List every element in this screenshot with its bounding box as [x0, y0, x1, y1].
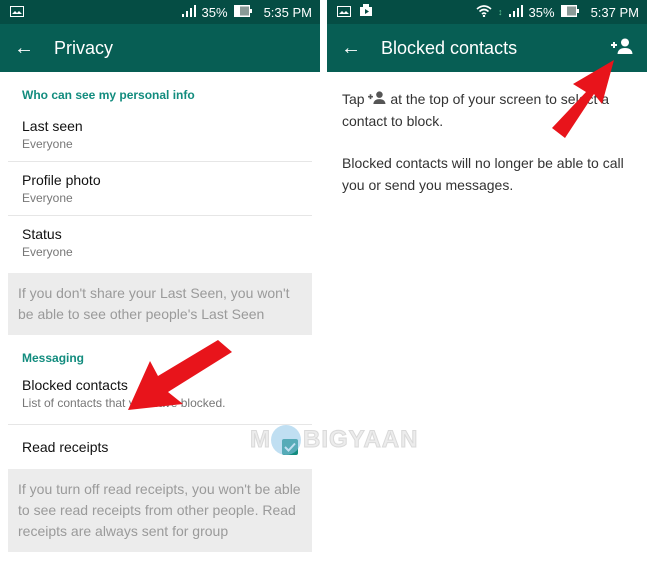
- setting-label: Status: [22, 226, 62, 242]
- setting-value: Everyone: [22, 191, 73, 205]
- blocked-info-text: Blocked contacts will no longer be able …: [342, 155, 624, 193]
- back-arrow-icon[interactable]: ←: [14, 37, 54, 60]
- watermark-text: BIGYAAN: [302, 426, 419, 454]
- add-contact-inline-icon: [368, 91, 390, 107]
- signal-icon: [508, 4, 523, 20]
- add-contact-icon[interactable]: [611, 38, 633, 59]
- watermark: M BIGYAAN: [250, 425, 418, 455]
- setting-status[interactable]: Status Everyone: [8, 216, 312, 273]
- media-notification-icon: [359, 4, 373, 20]
- section-header-messaging: Messaging: [22, 351, 85, 365]
- status-bar: 35% 5:35 PM: [0, 0, 320, 24]
- watermark-prefix: M: [250, 426, 271, 454]
- battery-percent: 35%: [528, 4, 555, 20]
- instruction-text: Tap at the top of your screen to select …: [327, 72, 647, 132]
- setting-value: Everyone: [22, 245, 73, 259]
- app-bar: ← Blocked contacts: [327, 24, 647, 72]
- instruction-text-start: Tap: [342, 91, 365, 107]
- watermark-logo-icon: [271, 425, 301, 455]
- last-seen-note: If you don't share your Last Seen, you w…: [8, 273, 312, 335]
- setting-description: List of contacts that you have blocked.: [22, 396, 226, 410]
- setting-label: Read receipts: [22, 439, 109, 455]
- page-title: Blocked contacts: [381, 37, 518, 58]
- setting-label: Blocked contacts: [22, 377, 128, 393]
- setting-label: Profile photo: [22, 172, 101, 188]
- section-header-personal-info: Who can see my personal info: [22, 88, 195, 102]
- privacy-screen: 35% 5:35 PM ← Privacy Who can see my per…: [0, 0, 320, 568]
- setting-last-seen[interactable]: Last seen Everyone: [8, 108, 312, 162]
- gallery-notification-icon: [10, 5, 24, 20]
- battery-icon: [233, 4, 252, 20]
- app-bar: ← Privacy: [0, 24, 320, 72]
- setting-value: Everyone: [22, 137, 73, 151]
- status-bar: ↕ 35% 5:37 PM: [327, 0, 647, 24]
- data-activity-icon: ↕: [498, 7, 503, 17]
- clock: 5:37 PM: [590, 4, 639, 20]
- battery-icon: [560, 4, 579, 20]
- wifi-icon: [476, 4, 492, 20]
- battery-percent: 35%: [201, 4, 228, 20]
- gallery-notification-icon: [337, 5, 351, 20]
- read-receipts-note: If you turn off read receipts, you won't…: [8, 469, 312, 552]
- page-title: Privacy: [54, 37, 114, 58]
- blocked-contacts-screen: ↕ 35% 5:37 PM ← Blocked contacts Tap at …: [327, 0, 647, 568]
- back-arrow-icon[interactable]: ←: [341, 37, 381, 60]
- screen-divider: [320, 0, 327, 568]
- setting-label: Last seen: [22, 118, 83, 134]
- clock: 5:35 PM: [263, 4, 312, 20]
- setting-blocked-contacts[interactable]: Blocked contacts List of contacts that y…: [8, 371, 312, 425]
- signal-icon: [181, 4, 196, 20]
- setting-profile-photo[interactable]: Profile photo Everyone: [8, 162, 312, 216]
